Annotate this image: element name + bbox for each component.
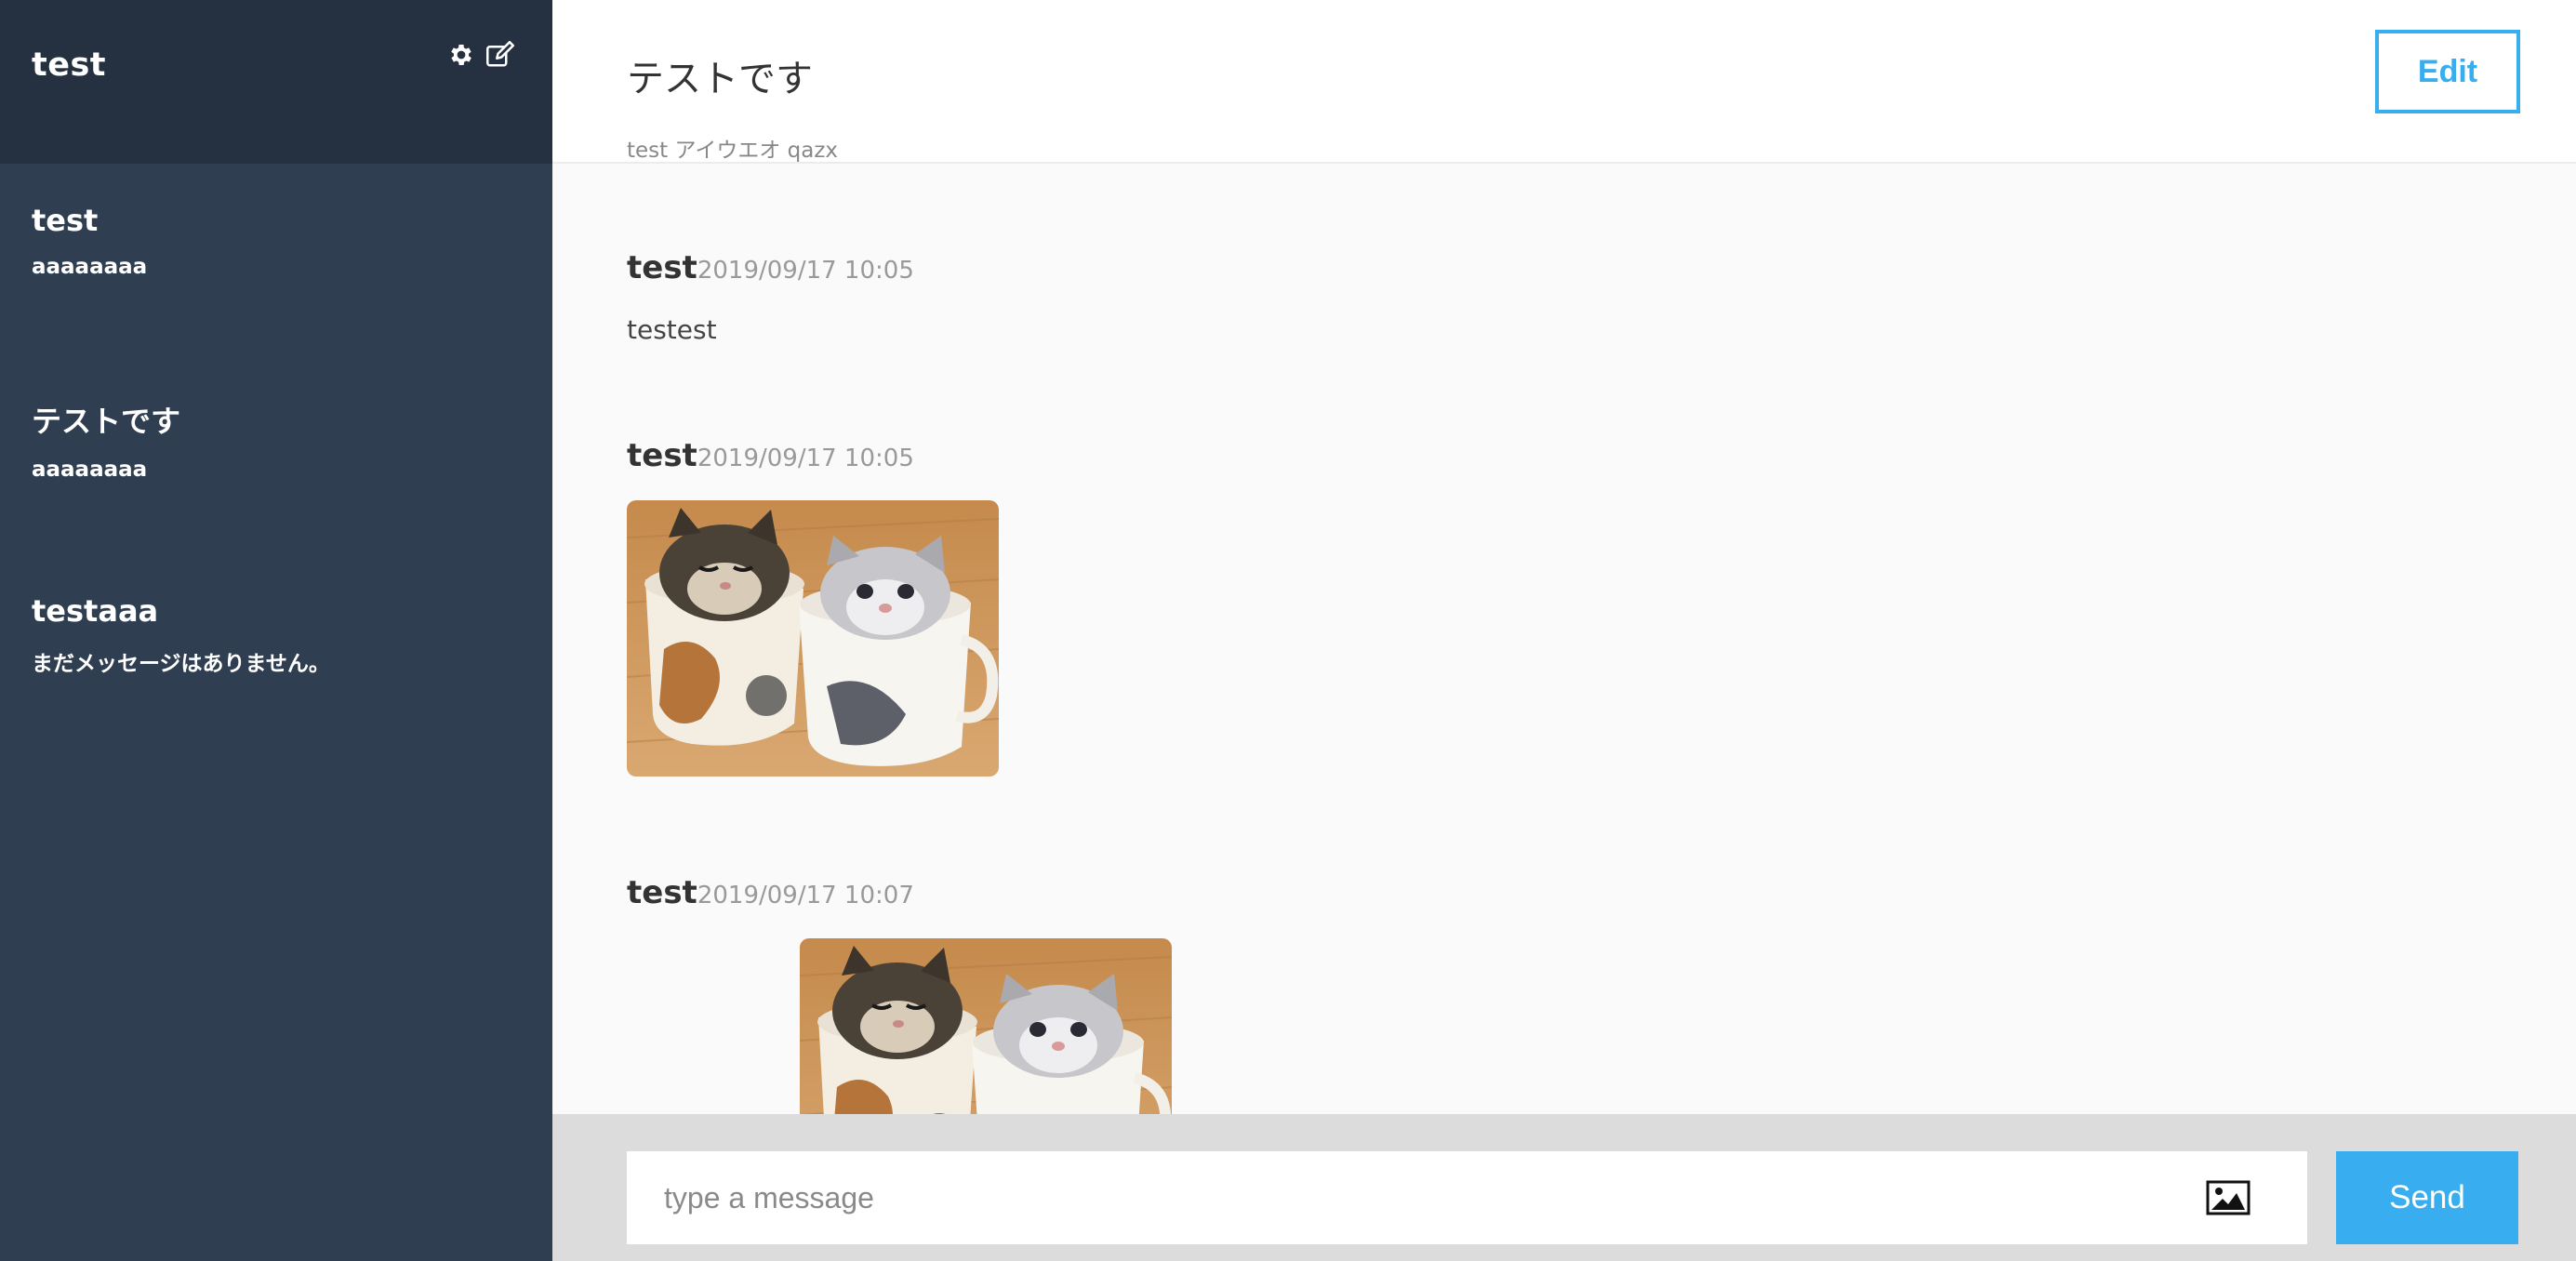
message: test2019/09/17 10:05 testest [627,249,914,345]
image-icon[interactable] [2206,1180,2251,1215]
group-name: test [32,203,99,238]
group-title: テストです [627,58,813,100]
sidebar-header: test [0,0,552,164]
message: test2019/09/17 10:05 [627,437,914,474]
message-image[interactable] [800,938,1172,1114]
message-image[interactable] [627,500,999,777]
group-item[interactable]: テストです aaaaaaaa [32,398,180,482]
chat-header: テストです test アイウエオ qazx Edit [552,0,2576,164]
message-date: 2019/09/17 10:07 [697,882,914,909]
member-list: test アイウエオ qazx [627,139,839,163]
group-name: testaaa [32,593,159,629]
gear-icon[interactable] [447,41,475,69]
message-date: 2019/09/17 10:05 [697,257,914,285]
message-user: test [627,437,697,474]
sidebar: test test aaaaaaaa テストです aaaaaaaa testaa… [0,0,552,1261]
message-user: test [627,249,697,286]
group-last-message: aaaaaaaa [32,458,148,482]
edit-icon[interactable] [485,41,516,69]
group-name: テストです [32,404,181,439]
message-input[interactable] [627,1151,2307,1244]
message-user: test [627,874,697,911]
group-last-message: aaaaaaaa [32,255,148,279]
group-item[interactable]: test aaaaaaaa [32,203,147,279]
message-list: test2019/09/17 10:05 testest test2019/09… [552,164,2576,1114]
user-name: test [32,46,107,84]
group-last-message: まだメッセージはありません。 [32,652,330,676]
message-date: 2019/09/17 10:05 [697,445,914,472]
edit-group-button[interactable]: Edit [2375,30,2520,113]
send-button[interactable]: Send [2336,1151,2518,1244]
message: test2019/09/17 10:07 [627,874,914,911]
message-text: testest [627,314,717,345]
message-form: Send [552,1114,2576,1261]
group-item[interactable]: testaaa まだメッセージはありません。 [32,593,330,677]
header-icons [447,41,516,69]
